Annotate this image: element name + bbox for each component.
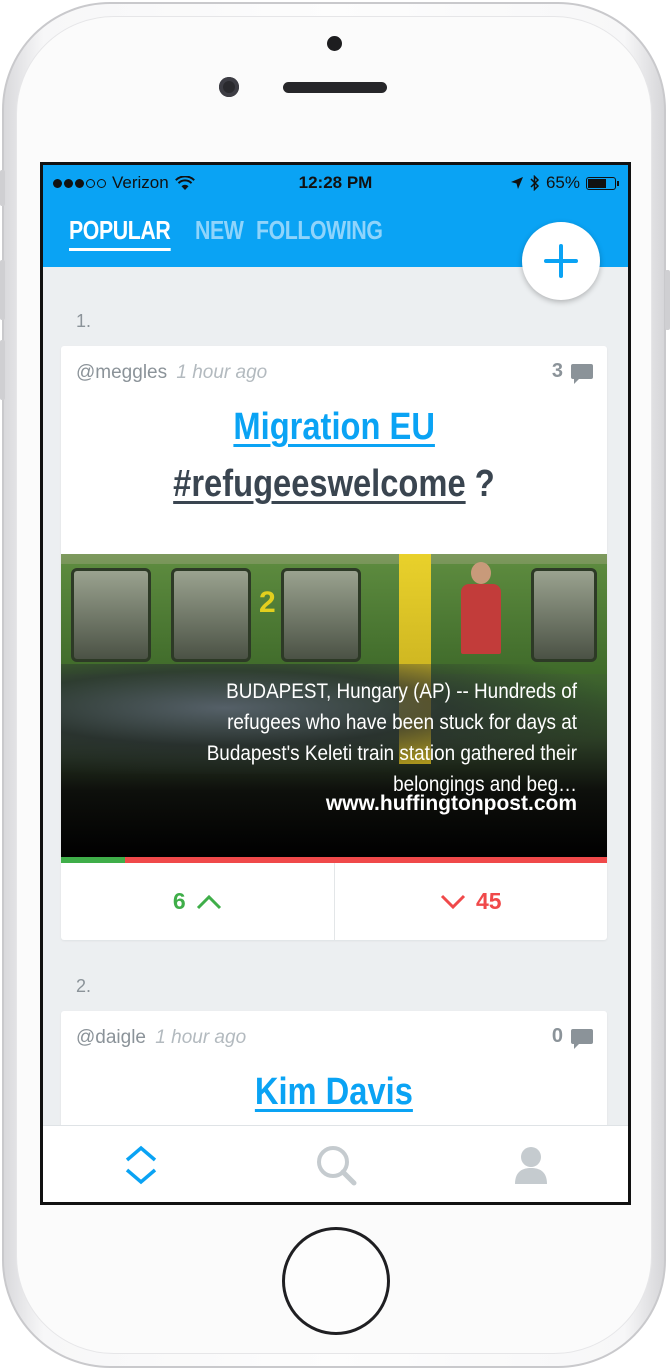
new-post-button[interactable] [522,222,600,300]
preview-description: BUDAPEST, Hungary (AP) -- Hundreds of re… [206,680,578,796]
bottom-tab-bar [43,1125,628,1202]
volume-up-button [0,260,5,320]
comments-button[interactable]: 0 [551,1025,593,1049]
link-preview[interactable]: 2 2 BUDAPEST, Hungary (AP) -- Hundreds o… [61,554,607,857]
feed-tabs: POPULAR NEW FOLLOWING [69,215,388,251]
nav-search[interactable] [238,1126,433,1202]
volume-down-button [0,340,5,400]
comment-bubble-icon [571,1029,593,1049]
bluetooth-icon [530,175,540,191]
chevron-down-icon [440,894,466,909]
post-author[interactable]: @meggles [76,362,167,383]
power-button [665,270,670,330]
post-title-line-1: Kim Davis [61,1071,607,1114]
post-title-line-2: #refugeeswelcome ? [61,463,607,506]
battery-icon [586,176,619,190]
tab-popular[interactable]: POPULAR [69,215,171,251]
earpiece-speaker [283,82,387,93]
mute-switch [0,170,5,206]
upvote-count: 6 [172,888,186,914]
tab-following[interactable]: FOLLOWING [256,215,383,251]
post-title-line-1: Migration EU [61,406,607,449]
tab-new[interactable]: NEW [195,215,244,251]
downvote-count: 45 [475,888,502,914]
post-title-link[interactable]: Migration EU [233,406,435,448]
post-title-link[interactable]: Kim Davis [255,1071,413,1113]
location-arrow-icon [510,177,523,189]
preview-image: 2 2 [61,564,607,674]
chevron-up-icon [196,894,221,909]
hashtag-link[interactable]: #refugeeswelcome [173,463,465,505]
nav-feed[interactable] [43,1126,238,1202]
post-meta: @meggles 1 hour ago [76,362,267,384]
vote-row: 6 45 [61,863,607,940]
title-suffix: ? [474,463,495,505]
feed-chevrons-icon [125,1145,156,1184]
status-bar: Verizon 12:28 PM 65% [43,173,628,197]
home-button[interactable] [282,1227,390,1335]
battery-percent: 65% [545,173,580,192]
preview-source: www.huffingtonpost.com [325,792,577,815]
comment-bubble-icon [571,364,593,384]
comment-count: 3 [551,360,563,382]
post-author[interactable]: @daigle [76,1027,146,1048]
post-rank: 2. [76,976,92,996]
post-time: 1 hour ago [155,1027,247,1048]
app-display: Verizon 12:28 PM 65% POPULAR NEW FOLLOWI… [43,165,628,1202]
screen: Verizon 12:28 PM 65% POPULAR NEW FOLLOWI… [40,162,631,1205]
profile-icon [514,1146,547,1184]
comments-button[interactable]: 3 [551,360,593,384]
post-rank: 1. [76,311,92,331]
proximity-sensor [327,36,342,51]
downvote-button[interactable]: 45 [335,863,608,940]
comment-count: 0 [551,1025,563,1047]
post-card[interactable]: @meggles 1 hour ago 3 Migration EU #refu… [61,346,607,940]
upvote-button[interactable]: 6 [61,863,335,940]
post-meta: @daigle 1 hour ago [76,1027,246,1049]
search-icon [316,1145,356,1185]
person-figure [461,562,501,654]
nav-profile[interactable] [433,1126,628,1202]
post-time: 1 hour ago [176,362,268,383]
front-camera [219,77,239,97]
